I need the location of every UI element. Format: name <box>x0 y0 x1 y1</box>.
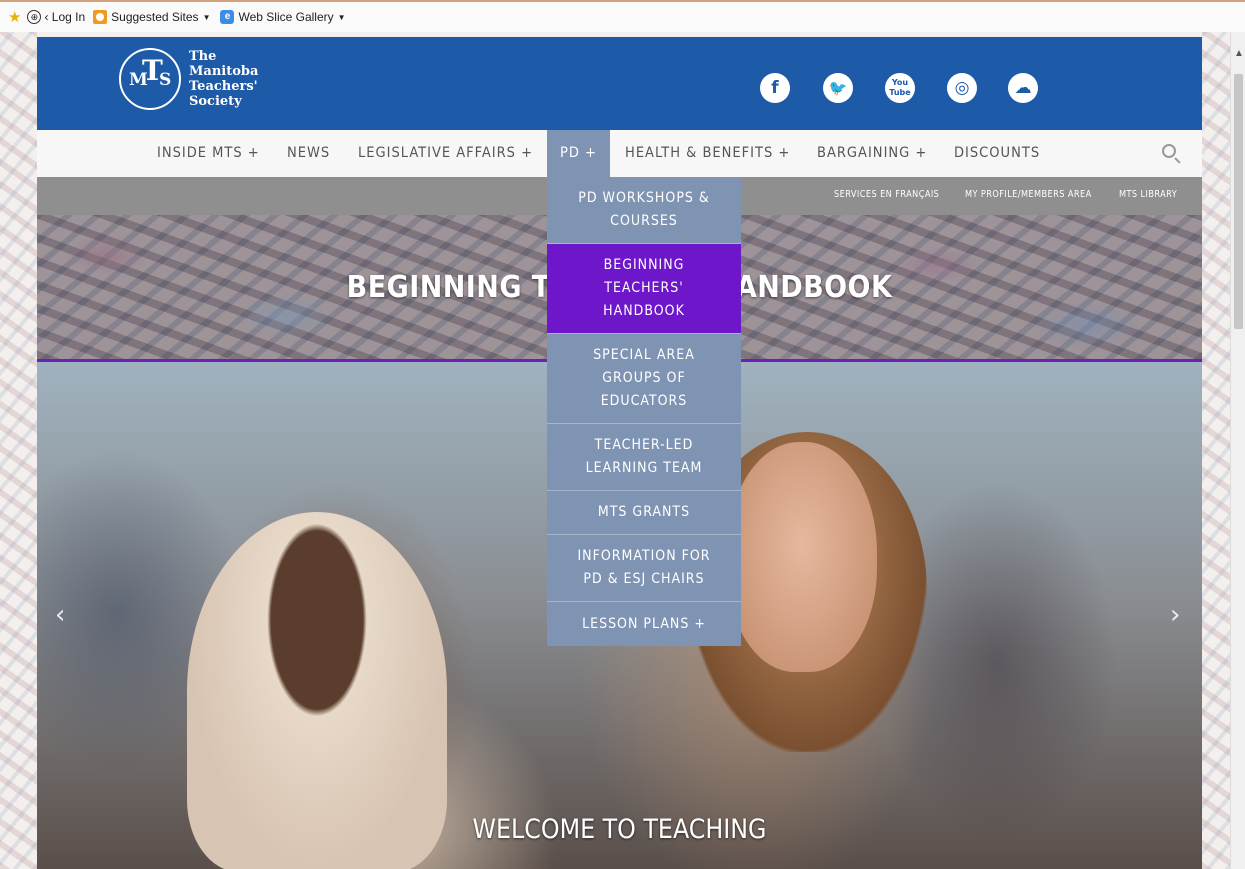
facebook-glyph: f <box>771 78 779 98</box>
main-nav: INSIDE MTS + NEWS LEGISLATIVE AFFAIRS + … <box>37 130 1202 177</box>
services-en-francais-link[interactable]: SERVICES EN FRANÇAIS <box>834 189 939 200</box>
page-background-right <box>1202 32 1230 869</box>
nav-news[interactable]: NEWS <box>287 130 330 177</box>
mts-library-link[interactable]: MTS LIBRARY <box>1119 189 1177 200</box>
scrollbar-thumb[interactable] <box>1234 74 1243 329</box>
nav-pd[interactable]: PD + <box>547 130 610 177</box>
twitter-icon[interactable]: 🐦 <box>823 73 853 103</box>
soundcloud-glyph: ☁ <box>1014 78 1032 98</box>
dropdown-item-teacher-led-learning-team[interactable]: TEACHER-LED LEARNING TEAM <box>547 424 741 491</box>
slider-prev-icon[interactable]: ‹ <box>55 600 65 630</box>
favorites-star-icon[interactable]: ★ <box>8 8 21 26</box>
dropdown-item-info-pd-esj-chairs[interactable]: INFORMATION FOR PD & ESJ CHAIRS <box>547 535 741 602</box>
youtube-glyph: You Tube <box>889 78 911 97</box>
nav-inside-mts[interactable]: INSIDE MTS + <box>157 130 260 177</box>
hero-photo-person-face <box>727 442 877 672</box>
facebook-icon[interactable]: f <box>760 73 790 103</box>
hero-caption: WELCOME TO TEACHING <box>472 814 767 845</box>
instagram-glyph: ◎ <box>954 78 970 98</box>
nav-legislative-affairs[interactable]: LEGISLATIVE AFFAIRS + <box>358 130 533 177</box>
mts-logo-mark: M T S <box>119 48 181 110</box>
twitter-glyph: 🐦 <box>828 79 848 97</box>
youtube-icon[interactable]: You Tube <box>885 73 915 103</box>
dropdown-item-beginning-teachers-handbook[interactable]: BEGINNING TEACHERS' HANDBOOK <box>547 244 741 334</box>
logo-line: Society <box>189 94 242 109</box>
logo-line: Teachers' <box>189 79 258 94</box>
instagram-icon[interactable]: ◎ <box>947 73 977 103</box>
page-background-left <box>0 32 37 869</box>
logo-line: Manitoba <box>189 64 259 79</box>
nav-bargaining[interactable]: BARGAINING + <box>817 130 927 177</box>
chevron-down-icon: ▼ <box>202 12 211 22</box>
pd-dropdown-menu: PD WORKSHOPS & COURSES BEGINNING TEACHER… <box>547 177 741 646</box>
suggested-sites-icon <box>93 10 108 24</box>
mts-logo[interactable]: M T S The Manitoba Teachers' Society <box>119 48 258 110</box>
web-slice-icon: e <box>220 10 235 24</box>
globe-icon: ⊕ <box>27 10 42 24</box>
slider-next-icon[interactable]: › <box>1170 600 1180 630</box>
scroll-up-icon[interactable]: ▲ <box>1234 48 1244 59</box>
dropdown-item-mts-grants[interactable]: MTS GRANTS <box>547 491 741 535</box>
logo-text: The Manitoba Teachers' Society <box>189 49 258 109</box>
chevron-down-icon: ▼ <box>337 12 346 22</box>
dropdown-item-lesson-plans[interactable]: LESSON PLANS + <box>547 602 741 646</box>
site-header: M T S The Manitoba Teachers' Society f 🐦… <box>37 37 1202 130</box>
suggested-sites-favorite[interactable]: Suggested Sites ▼ <box>93 10 210 24</box>
soundcloud-icon[interactable]: ☁ <box>1008 73 1038 103</box>
web-slice-gallery-label: Web Slice Gallery <box>238 10 334 24</box>
login-label: ‹ Log In <box>44 10 86 24</box>
nav-health-benefits[interactable]: HEALTH & BENEFITS + <box>625 130 790 177</box>
logo-letter-s: S <box>159 70 172 90</box>
login-favorite[interactable]: ⊕ ‹ Log In <box>27 10 85 24</box>
search-icon[interactable] <box>1162 144 1176 158</box>
logo-line: The <box>189 49 217 64</box>
vertical-scrollbar[interactable]: ▲ <box>1230 32 1245 869</box>
dropdown-item-pd-workshops[interactable]: PD WORKSHOPS & COURSES <box>547 177 741 244</box>
dropdown-item-special-area-groups[interactable]: SPECIAL AREA GROUPS OF EDUCATORS <box>547 334 741 424</box>
web-slice-gallery-favorite[interactable]: e Web Slice Gallery ▼ <box>220 10 346 24</box>
favorites-bar: ★ ⊕ ‹ Log In Suggested Sites ▼ e Web Sli… <box>0 0 1245 32</box>
suggested-sites-label: Suggested Sites <box>111 10 199 24</box>
nav-discounts[interactable]: DISCOUNTS <box>954 130 1040 177</box>
member-profile-link[interactable]: MY PROFILE/MEMBERS AREA <box>965 189 1092 200</box>
